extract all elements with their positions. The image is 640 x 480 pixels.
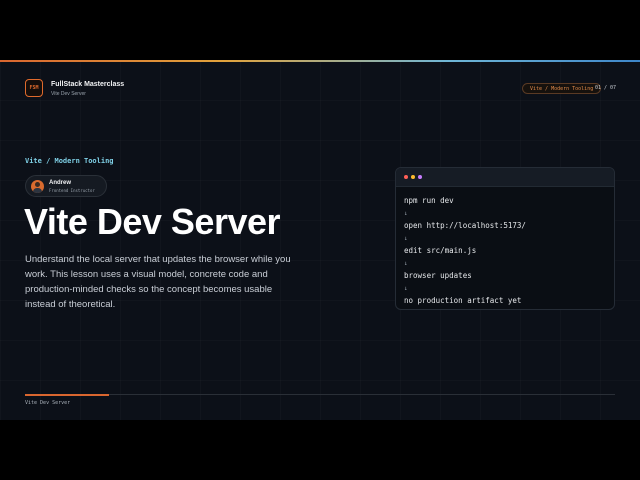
terminal-arrow: ↓ [404,284,408,292]
author-role: Frontend Instructor [49,188,95,193]
page-title: Vite Dev Server [24,201,281,242]
close-dot-icon [404,175,408,179]
section-pill: Vite / Modern Tooling [522,83,602,94]
slide-pager: 01 / 07 [595,85,617,91]
terminal-window: npm run dev ↓ open http://localhost:5173/ ↓… [395,167,615,310]
terminal-body: npm run dev ↓ open http://localhost:5173/ ↓… [396,187,614,309]
footer-label: Vite Dev Server [25,400,71,406]
terminal-line: no production artifact yet [404,296,522,305]
section-kicker: Vite / Modern Tooling [25,157,114,165]
terminal-line: browser updates [404,271,472,280]
progress-fill [25,393,110,396]
avatar [31,180,44,193]
terminal-arrow: ↓ [404,259,408,267]
gradient-top-bar [0,60,640,62]
slide: FSM FullStack Masterclass Vite Dev Serve… [0,60,640,420]
brand-logo: FSM [25,79,43,97]
brand-subtitle: Vite Dev Server [51,91,86,97]
terminal-arrow: ↓ [404,209,408,217]
terminal-line: npm run dev [404,196,454,205]
maximize-dot-icon [418,175,422,179]
author-name: Andrew [49,180,72,186]
lesson-description: Understand the local server that updates… [25,254,291,310]
progress-track [25,393,615,396]
terminal-titlebar [396,168,614,187]
brand-title: FullStack Masterclass [51,81,125,88]
minimize-dot-icon [411,175,415,179]
author-chip: Andrew Frontend Instructor [25,175,107,197]
terminal-arrow: ↓ [404,234,408,242]
terminal-line: open http://localhost:5173/ [404,221,526,230]
terminal-line: edit src/main.js [404,246,477,255]
